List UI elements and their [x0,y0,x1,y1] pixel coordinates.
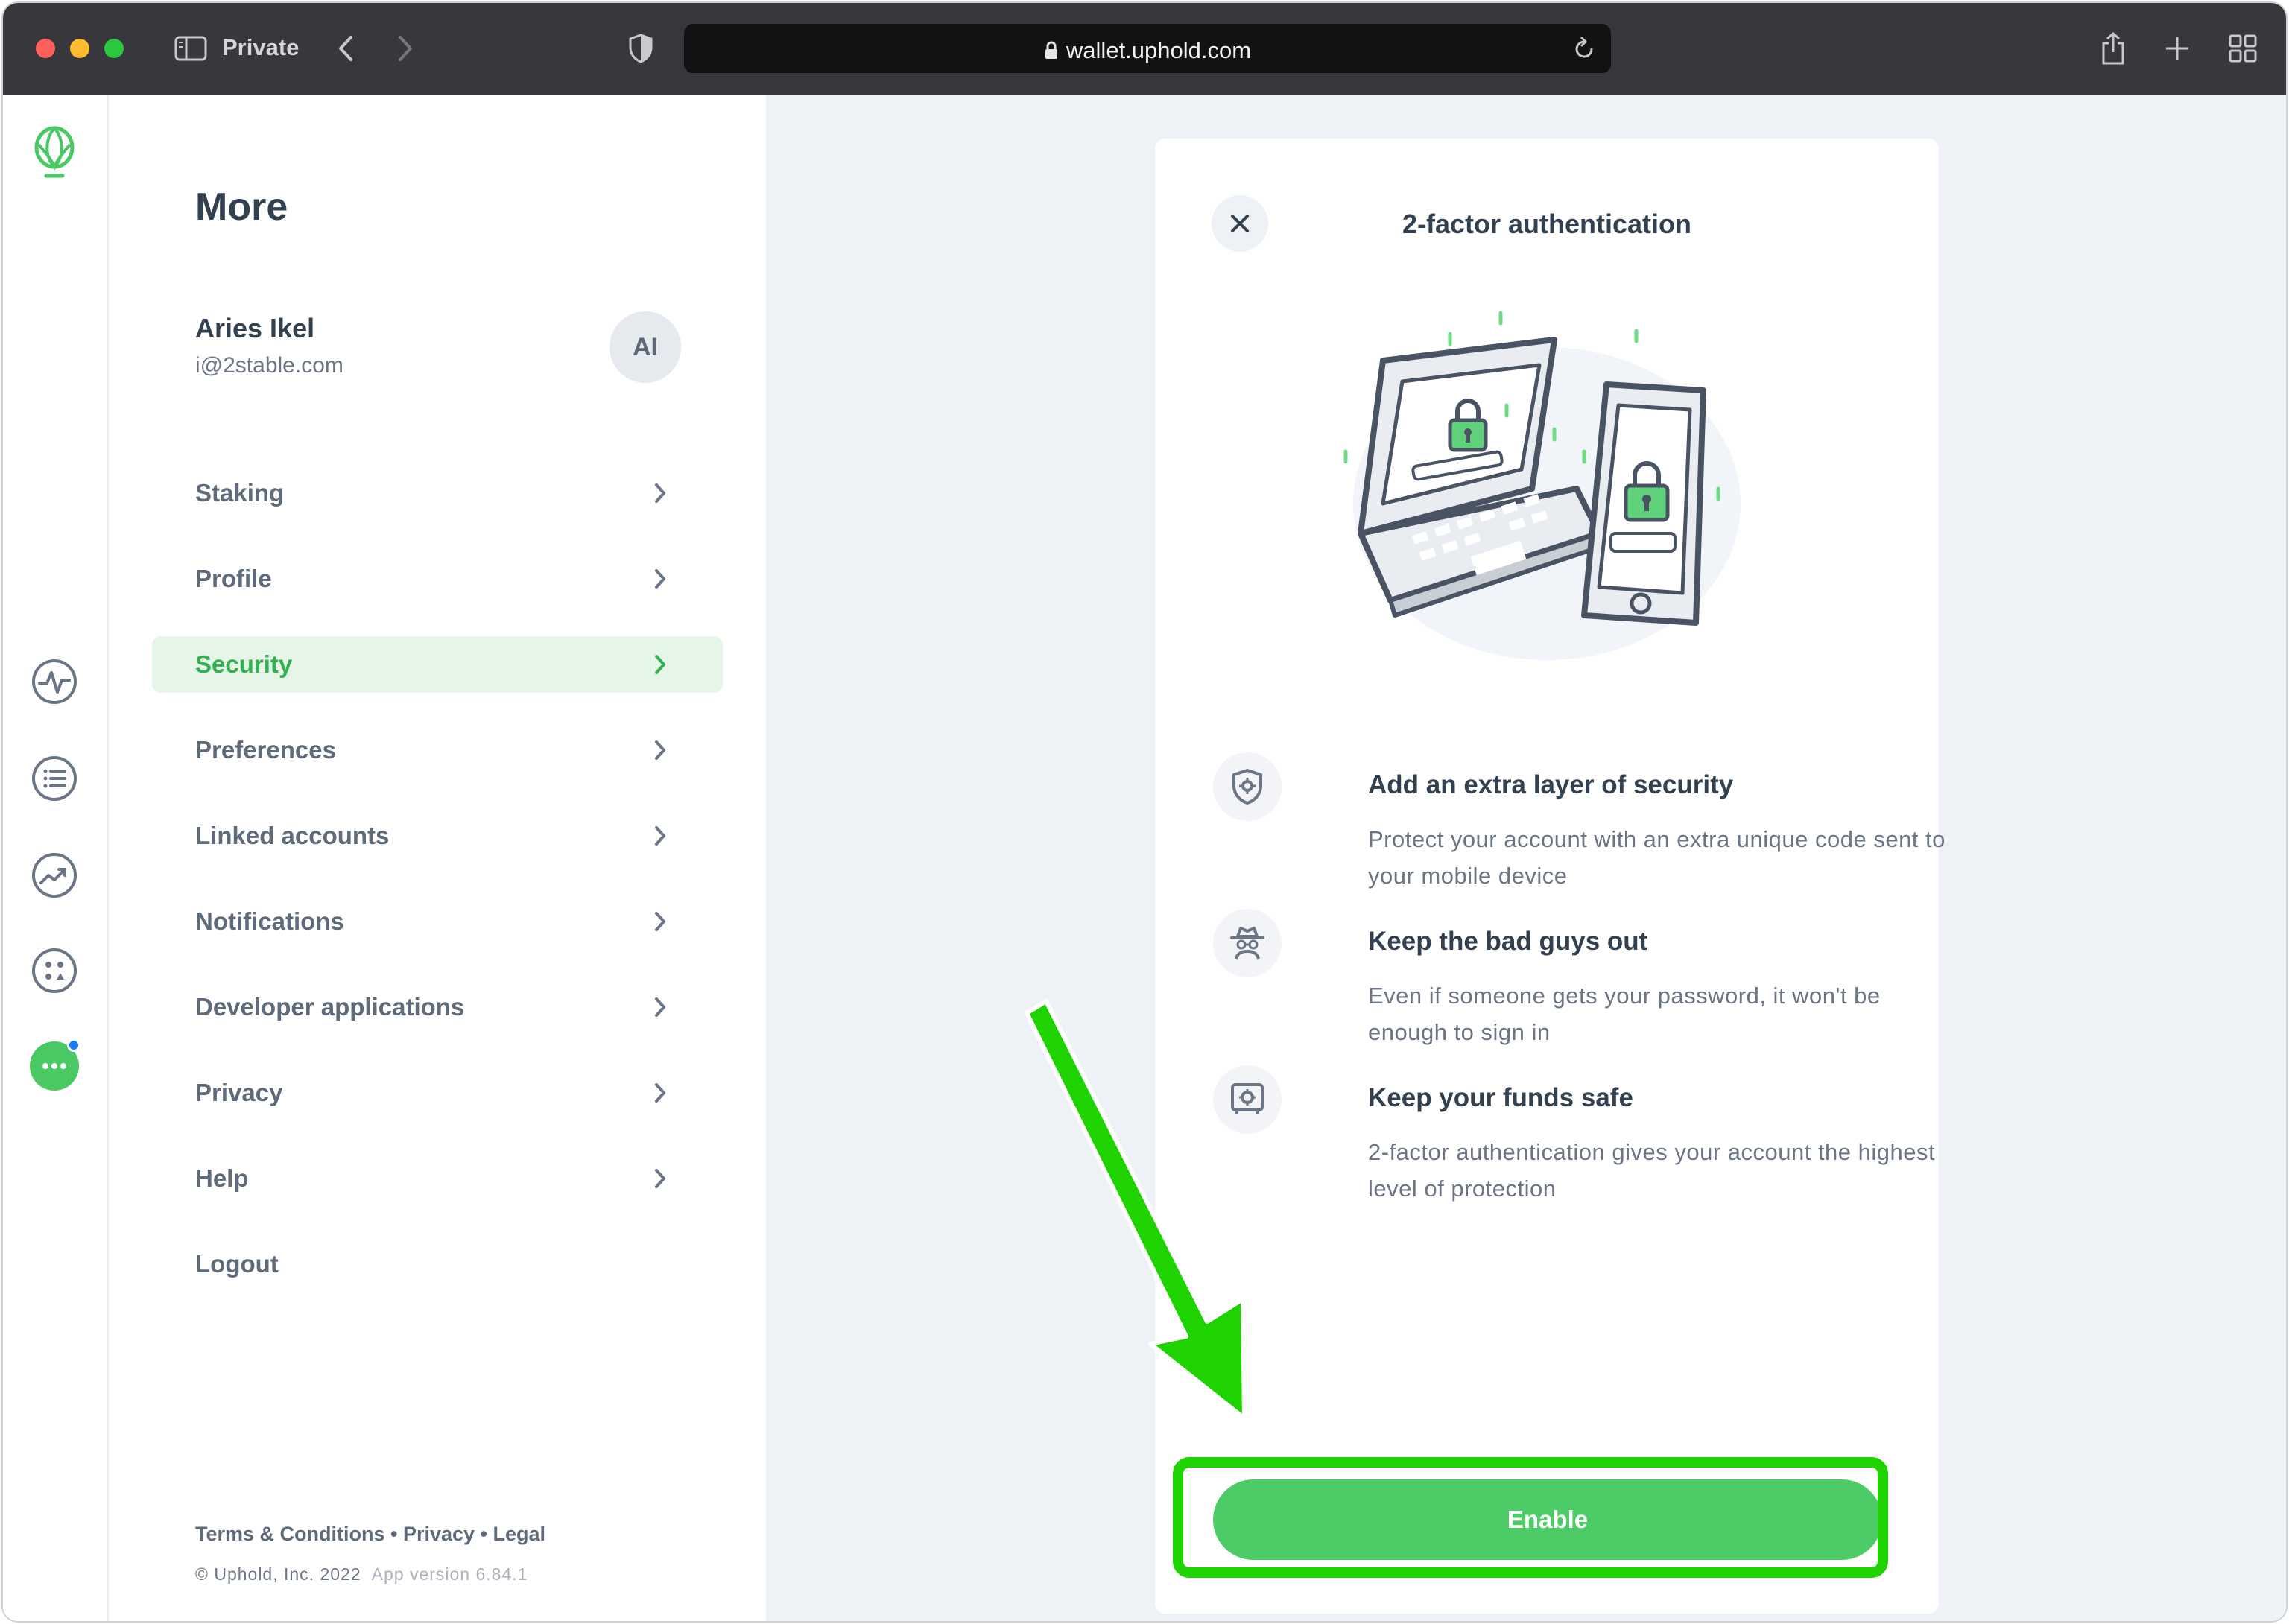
annotation-arrow-icon [1016,994,1270,1430]
page-title: More [195,185,288,229]
spy-icon [1213,909,1282,977]
assets-icon[interactable] [30,946,79,995]
feature-title: Keep the bad guys out [1368,927,1648,956]
sidebar-toggle-icon[interactable] [173,30,209,67]
devices-lock-illustration [1331,310,1778,697]
settings-menu-list: Staking Profile Security Preferences Lin… [152,465,723,1322]
menu-item-developer-applications[interactable]: Developer applications [152,979,723,1035]
menu-item-help[interactable]: Help [152,1150,723,1207]
share-icon[interactable] [2097,30,2130,67]
menu-item-security[interactable]: Security [152,636,723,693]
more-menu-panel: More Aries Ikel i@2stable.com AI Staking… [109,95,766,1621]
minimize-window-button[interactable] [70,39,89,58]
footer-links[interactable]: Terms & Conditions • Privacy • Legal [195,1523,545,1546]
address-bar[interactable]: wallet.uphold.com [684,24,1611,73]
feature-description: 2-factor authentication gives your accou… [1368,1139,1936,1202]
activity-icon[interactable] [30,657,79,706]
chevron-right-icon [653,995,668,1025]
lock-icon [1044,39,1059,66]
app-nav-rail [3,95,109,1621]
uphold-logo-icon[interactable] [31,122,77,185]
forward-icon[interactable] [390,30,420,67]
chevron-right-icon [653,567,668,597]
menu-item-logout[interactable]: Logout [152,1236,723,1292]
privacy-shield-icon[interactable] [624,30,657,67]
menu-item-privacy[interactable]: Privacy [152,1065,723,1121]
chevron-right-icon [653,481,668,511]
main-content: 2-factor authentication Add an extra lay… [766,95,2286,1621]
annotation-highlight-box [1173,1457,1888,1578]
zoom-window-button[interactable] [104,39,124,58]
two-factor-modal: 2-factor authentication Add an extra lay… [1155,139,1945,1614]
shield-gear-icon [1213,752,1282,821]
chevron-right-icon [653,1167,668,1196]
user-name: Aries Ikel [195,313,315,343]
url-text: wallet.uphold.com [1066,37,1252,63]
new-tab-icon[interactable] [2161,30,2194,67]
feature-title: Keep your funds safe [1368,1083,1633,1112]
menu-item-notifications[interactable]: Notifications [152,893,723,950]
reload-icon[interactable] [1572,36,1596,65]
back-icon[interactable] [331,30,361,67]
menu-item-preferences[interactable]: Preferences [152,722,723,778]
close-window-button[interactable] [36,39,55,58]
menu-item-linked-accounts[interactable]: Linked accounts [152,808,723,864]
modal-title: 2-factor authentication [1402,209,1692,239]
app-version: App version 6.84.1 [371,1564,528,1584]
private-mode-label: Private [222,34,300,60]
footer-copyright: © Uphold, Inc. 2022 App version 6.84.1 [195,1564,528,1584]
avatar[interactable]: AI [610,311,681,383]
transactions-list-icon[interactable] [30,754,79,803]
chevron-right-icon [653,653,668,682]
chevron-right-icon [653,1081,668,1111]
feature-description: Protect your account with an extra uniqu… [1368,826,1946,889]
feature-title: Add an extra layer of security [1368,770,1734,799]
chevron-right-icon [653,738,668,768]
menu-item-profile[interactable]: Profile [152,551,723,607]
chevron-right-icon [653,910,668,939]
notification-dot [67,1038,80,1052]
feature-description: Even if someone gets your password, it w… [1368,983,1881,1045]
menu-item-staking[interactable]: Staking [152,465,723,521]
chevron-right-icon [653,824,668,854]
browser-window: Private wallet.uphold.com More Aries Ike… [1,1,2288,1623]
browser-toolbar: Private wallet.uphold.com [3,3,2286,95]
trends-icon[interactable] [30,851,79,900]
user-email: i@2stable.com [195,353,343,378]
tab-overview-icon[interactable] [2226,30,2259,67]
more-menu-button[interactable] [30,1038,80,1091]
